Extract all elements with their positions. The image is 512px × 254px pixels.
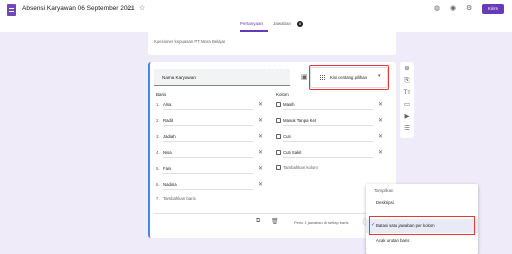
palette-icon[interactable]: ◍: [434, 5, 440, 13]
forms-logo-icon[interactable]: [7, 4, 16, 16]
remove-column-icon[interactable]: ✕: [378, 118, 383, 124]
remove-row-icon[interactable]: ✕: [258, 118, 263, 124]
star-icon[interactable]: ☆: [139, 5, 145, 13]
checkbox-icon: [276, 134, 281, 139]
columns-heading: Kolom: [276, 92, 289, 97]
form-description-card: Kuesioner kepuasan PT Mora Belajar: [148, 32, 396, 55]
require-answer-label: Perlu 1 jawaban di setiap baris: [294, 220, 349, 225]
remove-column-icon[interactable]: ✕: [378, 150, 383, 156]
floating-toolbar: ⊕ ⎘ Tт ▭ ▶ ☰: [400, 62, 414, 138]
tab-questions[interactable]: Pertanyaan: [240, 21, 263, 26]
question-card: ⋮⋮⋮ Nama Karyawan ▣ Kisi centang pilihan…: [148, 62, 396, 238]
tab-responses[interactable]: Jawaban: [273, 21, 291, 26]
duplicate-icon[interactable]: ⧉: [256, 218, 260, 225]
add-image-icon[interactable]: ▭: [403, 101, 411, 109]
form-description[interactable]: Kuesioner kepuasan PT Mora Belajar: [154, 39, 225, 44]
remove-row-icon[interactable]: ✕: [258, 182, 263, 188]
settings-gear-icon[interactable]: ⚙: [466, 5, 472, 13]
question-title-input[interactable]: Nama Karyawan: [154, 69, 290, 86]
checkbox-icon: [276, 150, 281, 155]
checkbox-icon: [276, 118, 281, 123]
form-title[interactable]: Absensi Karyawan 06 September 2021: [22, 5, 135, 12]
menu-heading: Tampilkan: [374, 188, 394, 193]
add-section-icon[interactable]: ☰: [403, 125, 411, 133]
highlight-box: [309, 65, 389, 90]
add-image-icon[interactable]: ▣: [301, 73, 308, 81]
import-questions-icon[interactable]: ⎘: [403, 77, 411, 85]
checkbox-icon: [276, 102, 281, 107]
footer-divider: [154, 213, 394, 214]
remove-row-icon[interactable]: ✕: [258, 102, 263, 108]
remove-column-icon[interactable]: ✕: [378, 134, 383, 140]
remove-row-icon[interactable]: ✕: [258, 134, 263, 140]
add-title-icon[interactable]: Tт: [403, 89, 411, 97]
send-button[interactable]: Kirim: [482, 4, 504, 14]
responses-count-badge: 8: [297, 21, 303, 27]
remove-row-icon[interactable]: ✕: [258, 166, 263, 172]
menu-item-shuffle-rows[interactable]: Acak urutan baris: [366, 234, 478, 248]
highlight-box: [369, 216, 475, 235]
delete-icon[interactable]: 🗑: [271, 218, 279, 225]
question-title-value: Nama Karyawan: [162, 75, 196, 80]
remove-row-icon[interactable]: ✕: [258, 150, 263, 156]
rows-heading: Baris: [156, 92, 167, 97]
add-video-icon[interactable]: ▶: [403, 113, 411, 121]
preview-eye-icon[interactable]: ◉: [450, 5, 456, 13]
folder-icon[interactable]: ▭: [127, 5, 134, 13]
remove-column-icon[interactable]: ✕: [378, 102, 383, 108]
checkbox-icon: [276, 165, 281, 170]
top-bar: Absensi Karyawan 06 September 2021 ▭ ☆ ◍…: [0, 0, 512, 32]
menu-item-description[interactable]: Deskripsi: [366, 196, 478, 210]
add-question-icon[interactable]: ⊕: [403, 65, 411, 73]
